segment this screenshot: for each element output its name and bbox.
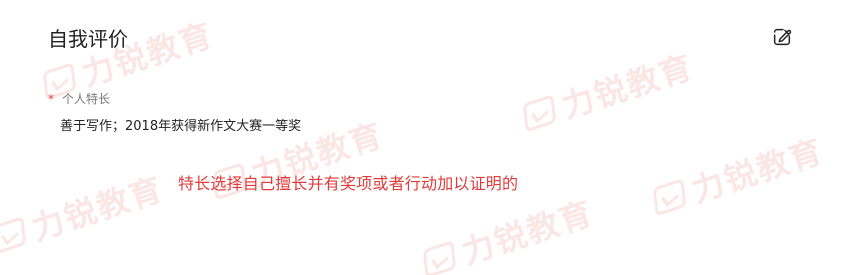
required-mark: *: [48, 91, 54, 106]
annotation-hint: 特长选择自己擅长并有奖项或者行动加以证明的: [178, 174, 519, 193]
watermark-text: 力锐教育: [27, 169, 169, 248]
edit-button[interactable]: [765, 20, 799, 54]
watermark-logo-icon: [0, 216, 27, 255]
watermark: 力锐教育: [417, 188, 599, 275]
watermark-logo-icon: [652, 178, 687, 217]
field-value: 善于写作；2018年获得新作文大赛一等奖: [60, 119, 302, 134]
edit-icon: [773, 28, 792, 46]
field-label: 个人特长: [62, 92, 111, 106]
watermark-logo-icon: [422, 240, 457, 275]
watermark: 力锐教育: [0, 164, 169, 262]
watermark: 力锐教育: [517, 42, 699, 140]
watermark-logo-icon: [522, 94, 557, 133]
self-evaluation-card: 力锐教育 力锐教育 力锐教育 力锐教育 力锐教育 力锐教育 自我评价 * 个人特…: [0, 0, 849, 275]
watermark-text: 力锐教育: [457, 193, 599, 272]
section-header: 自我评价: [48, 20, 799, 54]
section-title: 自我评价: [48, 26, 128, 51]
field-label-row: * 个人特长: [48, 90, 110, 107]
watermark: 力锐教育: [647, 126, 829, 224]
watermark-text: 力锐教育: [557, 47, 699, 126]
watermark-text: 力锐教育: [687, 131, 829, 210]
